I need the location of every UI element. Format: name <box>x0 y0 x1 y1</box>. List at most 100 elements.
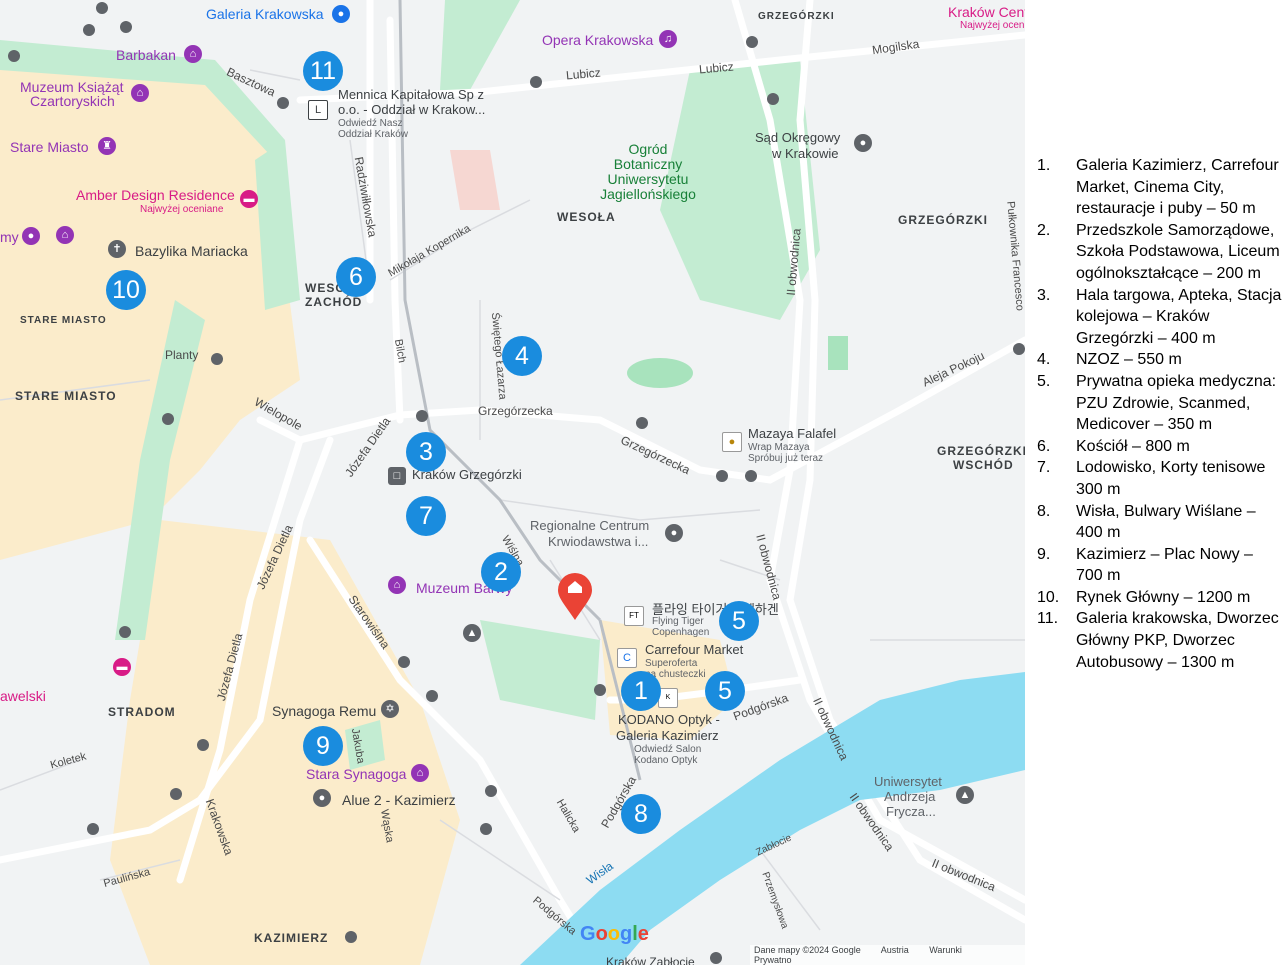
poi-mennica-2[interactable]: o.o. - Oddział w Krakow... <box>338 102 485 117</box>
poi-regionalne-2[interactable]: Krwiodawstwa i... <box>548 534 648 549</box>
legend-number: 2. <box>1037 221 1051 239</box>
poi-kodano-1[interactable]: KODANO Optyk - <box>618 712 720 727</box>
map-marker-4[interactable]: 4 <box>502 336 542 376</box>
falafel-logo-icon: ● <box>722 432 742 452</box>
legend-list: 1. Galeria Kazimierz, Carrefour Market, C… <box>1025 155 1284 673</box>
castle-icon: ♜ <box>98 137 116 155</box>
map-marker-10[interactable]: 10 <box>106 270 146 310</box>
poi-amber-design[interactable]: Amber Design Residence <box>76 187 235 203</box>
poi-bazylika-mariacka[interactable]: Bazylika Mariacka <box>135 243 248 259</box>
poi-flying-tiger-3: Copenhagen <box>652 627 710 638</box>
poi-opera[interactable]: Opera Krakowska <box>542 32 653 48</box>
museum-icon: ⌂ <box>184 45 202 63</box>
poi-ogrod-botaniczny[interactable]: Ogród Botaniczny Uniwersytetu Jagiellońs… <box>598 142 698 202</box>
poi-my[interactable]: my <box>0 229 19 245</box>
school-icon: ▲ <box>956 786 974 804</box>
legend-number: 3. <box>1037 286 1051 304</box>
map-privacy-link[interactable]: Prywatno <box>754 955 792 965</box>
map-marker-5a[interactable]: 5 <box>719 601 759 641</box>
district-wesola-zachod-2: ZACHÓD <box>305 295 363 309</box>
map-marker-3[interactable]: 3 <box>406 432 446 472</box>
map-terms-link[interactable]: Warunki <box>929 945 962 955</box>
legend-text: Prywatna opieka medyczna: PZU Zdrowie, S… <box>1076 372 1277 434</box>
legend-item-8: 8. Wisła, Bulwary Wiślane – 400 m <box>1025 501 1284 544</box>
poi-carrefour-market[interactable]: Carrefour Market <box>645 642 743 657</box>
poi-uniwersytet-2[interactable]: Andrzeja <box>884 789 935 804</box>
map-marker-7[interactable]: 7 <box>406 496 446 536</box>
legend-text: Galeria Kazimierz, Carrefour Market, Cin… <box>1076 157 1279 218</box>
district-stare-miasto: STARE MIASTO <box>15 389 117 403</box>
street-planty: Planty <box>165 348 199 362</box>
poi-uniwersytet-1[interactable]: Uniwersytet <box>874 774 942 789</box>
map-marker-5b[interactable]: 5 <box>705 671 745 711</box>
legend-item-1: 1. Galeria Kazimierz, Carrefour Market, C… <box>1025 155 1284 220</box>
legend-text: Kazimierz – Plac Nowy – 700 m <box>1076 545 1253 585</box>
legend-text: Rynek Główny – 1200 m <box>1076 588 1251 606</box>
poi-mennica-sub-2: Oddział Kraków <box>338 129 409 140</box>
lock-icon: L <box>308 100 328 120</box>
map-area[interactable]: WESOŁA WESO ZACHÓD GRZEGÓRZKI GRZEGÓRZKI… <box>0 0 1025 965</box>
museum-icon: ⌂ <box>131 84 149 102</box>
music-note-icon: ♫ <box>659 30 677 48</box>
map-marker-8[interactable]: 8 <box>621 794 661 834</box>
district-wesola: WESOŁA <box>557 210 616 224</box>
shopping-bag-icon: ● <box>332 5 350 23</box>
legend-text: Hala targowa, Apteka, Stacja kolejowa – … <box>1076 286 1282 347</box>
google-logo[interactable]: Google <box>580 923 649 946</box>
map-country-link[interactable]: Austria <box>881 945 909 955</box>
map-marker-11[interactable]: 11 <box>303 51 343 91</box>
legend-text: Lodowisko, Korty tenisowe 300 m <box>1076 459 1266 498</box>
map-marker-2[interactable]: 2 <box>481 552 521 592</box>
poi-flying-tiger-2: Flying Tiger <box>652 616 704 627</box>
legend-text: Wisła, Bulwary Wiślane – 400 m <box>1076 502 1256 542</box>
poi-mazaya-falafel[interactable]: Mazaya Falafel <box>748 426 836 441</box>
district-grzegorzki-top: GRZEGÓRZKI <box>758 11 835 22</box>
district-grzegorzki-wschod-2: WSCHÓD <box>953 458 1014 472</box>
map-marker-1[interactable]: 1 <box>621 671 661 711</box>
map-footer: Dane mapy ©2024 Google Austria Warunki P… <box>750 945 1025 965</box>
poi-wawelski[interactable]: awelski <box>0 688 46 704</box>
poi-ogrod-line-3: Uniwersytetu <box>607 171 689 187</box>
district-grzegorzki: GRZEGÓRZKI <box>898 213 988 227</box>
legend-number: 8. <box>1037 502 1051 520</box>
legend-item-2: 2. Przedszkole Samorządowe, Szkoła Podsta… <box>1025 220 1284 285</box>
legend-item-7: 7. Lodowisko, Korty tenisowe 300 m <box>1025 457 1284 500</box>
legend-item-6: 6. Kościół – 800 m <box>1025 436 1284 458</box>
train-icon: □ <box>388 467 406 485</box>
legend-number: 6. <box>1037 437 1051 455</box>
poi-krakow-cent[interactable]: Kraków Cent <box>948 4 1025 20</box>
poi-sad-okregowy-2[interactable]: w Krakowie <box>772 146 838 161</box>
poi-kodano-2[interactable]: Galeria Kazimierz <box>616 728 719 743</box>
district-kazimierz: KAZIMIERZ <box>254 931 329 945</box>
poi-mennica-sub-1: Odwiedź Nasz <box>338 118 403 129</box>
poi-regionalne-1[interactable]: Regionalne Centrum <box>530 518 649 533</box>
poi-krakow-zablocie[interactable]: Kraków Zabłocie <box>606 955 695 965</box>
map-marker-6[interactable]: 6 <box>336 257 376 297</box>
map-marker-9[interactable]: 9 <box>303 726 343 766</box>
museum-icon: ⌂ <box>56 226 74 244</box>
poi-stare-miasto[interactable]: Stare Miasto <box>10 139 89 155</box>
street-grzegorzecka-1: Grzegórzecka <box>478 404 553 418</box>
poi-synagoga-remu[interactable]: Synagoga Remu <box>272 703 376 719</box>
museum-icon: ⌂ <box>411 764 429 782</box>
legend-item-4: 4. NZOZ – 550 m <box>1025 349 1284 371</box>
legend-item-3: 3. Hala targowa, Apteka, Stacja kolejowa … <box>1025 285 1284 350</box>
poi-ogrod-line-4: Jagiellońskiego <box>600 186 696 202</box>
poi-muzeum-czartoryskich-2[interactable]: Czartoryskich <box>30 93 115 109</box>
poi-ogrod-line-2: Botaniczny <box>613 156 683 172</box>
legend-text: Przedszkole Samorządowe, Szkoła Podstawo… <box>1076 221 1280 282</box>
poi-mennica-1[interactable]: Mennica Kapitałowa Sp z <box>338 87 484 102</box>
poi-barbakan[interactable]: Barbakan <box>116 47 176 63</box>
poi-galeria-krakowska[interactable]: Galeria Krakowska <box>206 6 324 22</box>
poi-amber-sub: Najwyżej oceniane <box>140 204 224 215</box>
poi-alue-2[interactable]: Alue 2 - Kazimierz <box>342 792 456 808</box>
museum-icon: ⌂ <box>388 576 406 594</box>
poi-uniwersytet-3[interactable]: Frycza... <box>886 804 936 819</box>
home-pin-icon[interactable] <box>558 573 592 620</box>
poi-stara-synagoga[interactable]: Stara Synagoga <box>306 766 406 782</box>
poi-sad-okregowy-1[interactable]: Sąd Okręgowy <box>755 130 840 145</box>
legend-text: Kościół – 800 m <box>1076 437 1190 455</box>
location-icon: ● <box>313 789 331 807</box>
legend-item-5: 5. Prywatna opieka medyczna: PZU Zdrowie,… <box>1025 371 1284 436</box>
legend-number: 1. <box>1037 157 1051 174</box>
